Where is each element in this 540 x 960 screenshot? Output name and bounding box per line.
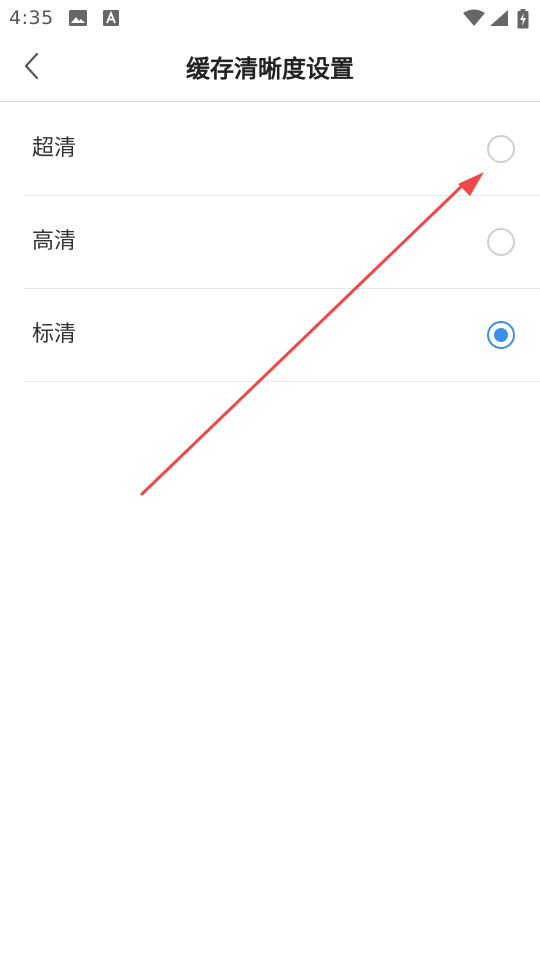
page-title: 缓存清晰度设置 xyxy=(186,55,354,83)
option-super-clear[interactable]: 超清 xyxy=(24,103,540,196)
radio-button[interactable] xyxy=(487,321,515,349)
battery-charging-icon xyxy=(517,9,529,33)
status-time: 4:35 xyxy=(9,7,54,29)
screen: 4:35 缓存清晰度设置 超清 高清 标清 xyxy=(0,0,540,960)
quality-options-list: 超清 高清 标清 xyxy=(24,103,540,382)
option-high-clear[interactable]: 高清 xyxy=(24,196,540,289)
option-label: 超清 xyxy=(32,136,77,161)
option-label: 高清 xyxy=(32,229,77,254)
image-icon xyxy=(68,9,88,31)
option-label: 标清 xyxy=(32,322,77,347)
back-button[interactable] xyxy=(14,50,50,86)
option-standard-clear[interactable]: 标清 xyxy=(24,289,540,382)
chevron-left-icon xyxy=(22,51,42,85)
radio-button[interactable] xyxy=(487,228,515,256)
signal-icon xyxy=(489,9,509,31)
header: 缓存清晰度设置 xyxy=(0,36,540,102)
radio-button[interactable] xyxy=(487,135,515,163)
wifi-icon xyxy=(462,9,486,31)
text-a-icon xyxy=(102,9,120,31)
status-bar: 4:35 xyxy=(0,0,540,36)
